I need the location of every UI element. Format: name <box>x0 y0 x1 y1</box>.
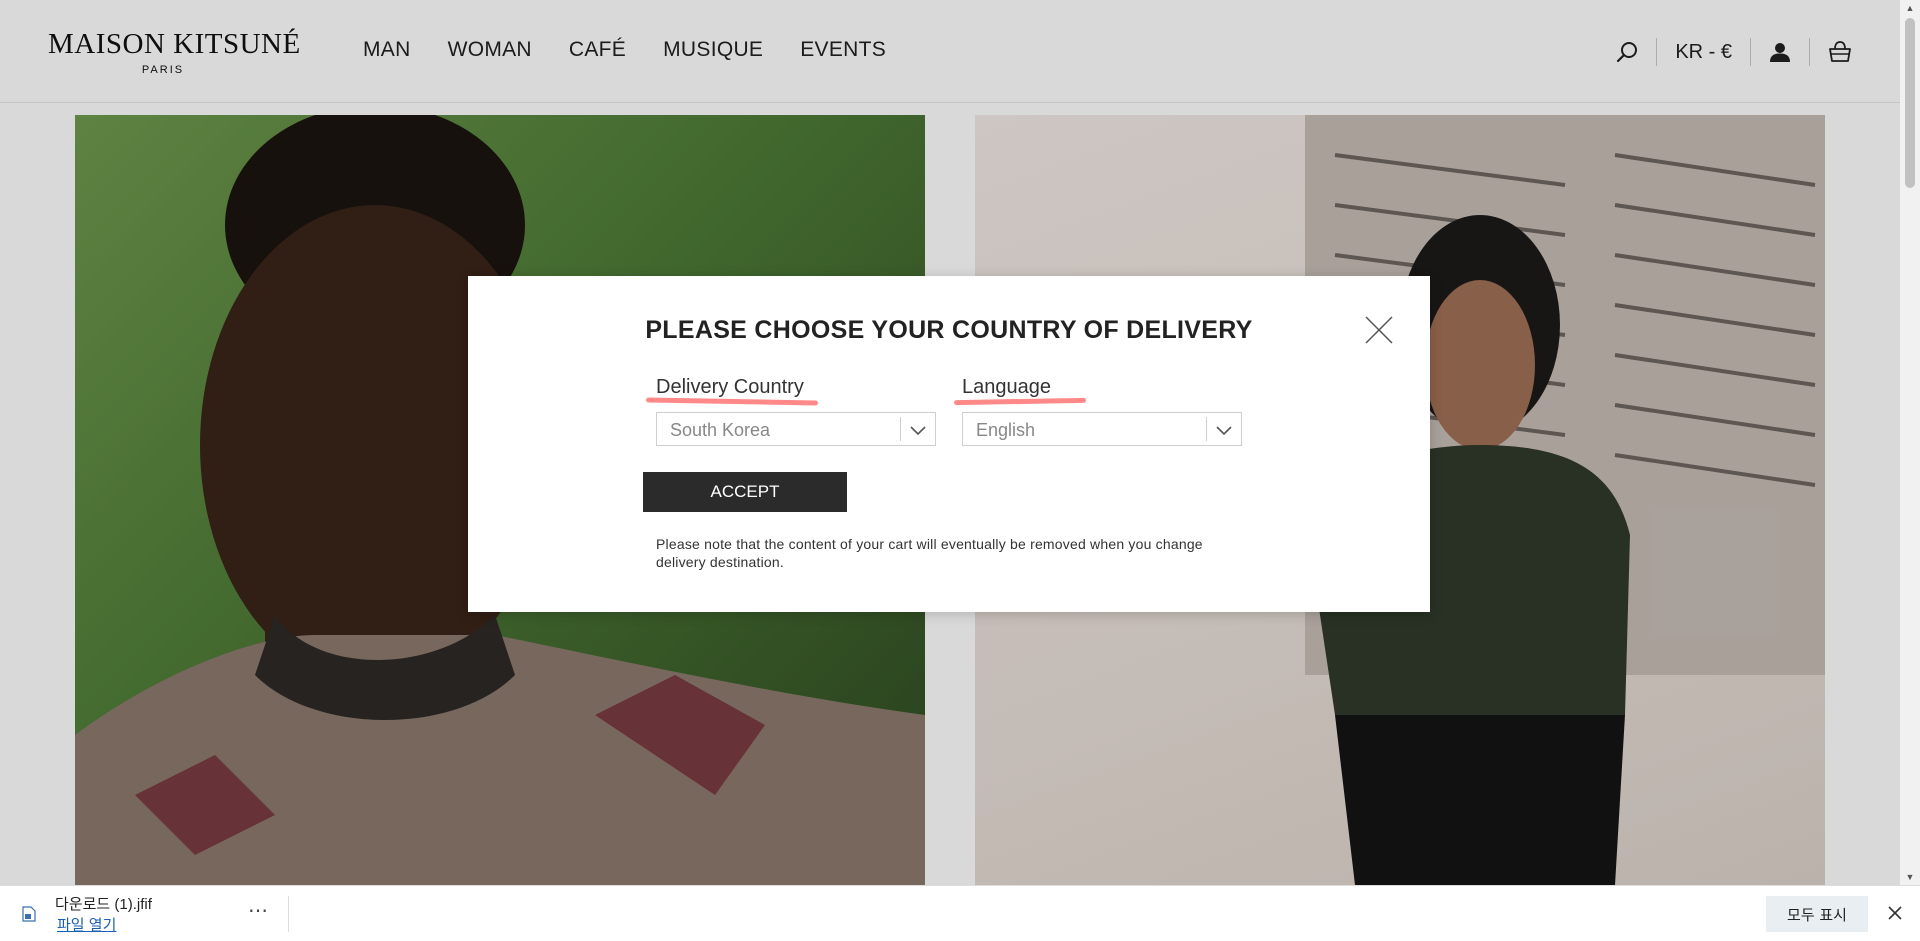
close-icon[interactable] <box>1363 314 1395 346</box>
open-file-link[interactable]: 파일 열기 <box>57 914 116 935</box>
delivery-country-label: Delivery Country <box>656 376 804 398</box>
divider <box>1206 417 1207 441</box>
show-all-button[interactable]: 모두 표시 <box>1766 896 1868 932</box>
language-select[interactable]: English <box>962 412 1242 446</box>
scroll-down-icon[interactable]: ▼ <box>1900 869 1920 885</box>
more-options-button[interactable]: ⋯ <box>248 898 269 923</box>
page-scrollbar[interactable]: ▲ ▼ <box>1900 0 1920 885</box>
delivery-country-value: South Korea <box>670 420 771 440</box>
accept-button[interactable]: ACCEPT <box>643 472 847 512</box>
file-icon <box>22 906 36 922</box>
language-value: English <box>976 420 1036 440</box>
annotation-underline <box>953 397 1087 406</box>
divider <box>288 896 289 932</box>
country-delivery-modal: PLEASE CHOOSE YOUR COUNTRY OF DELIVERY D… <box>468 276 1430 612</box>
cart-removal-note: Please note that the content of your car… <box>656 536 1203 570</box>
scroll-up-icon[interactable]: ▲ <box>1900 0 1920 16</box>
download-bar: 다운로드 (1).jfif 파일 열기 ⋯ 모두 표시 <box>0 885 1920 941</box>
chevron-down-icon <box>1216 426 1232 436</box>
chevron-down-icon <box>910 426 926 436</box>
scroll-thumb[interactable] <box>1905 18 1915 188</box>
modal-title: PLEASE CHOOSE YOUR COUNTRY OF DELIVERY <box>645 316 1253 344</box>
divider <box>900 417 901 441</box>
download-filename[interactable]: 다운로드 (1).jfif <box>55 893 152 914</box>
delivery-country-select[interactable]: South Korea <box>656 412 936 446</box>
language-label: Language <box>962 376 1051 398</box>
close-icon[interactable] <box>1887 905 1903 921</box>
